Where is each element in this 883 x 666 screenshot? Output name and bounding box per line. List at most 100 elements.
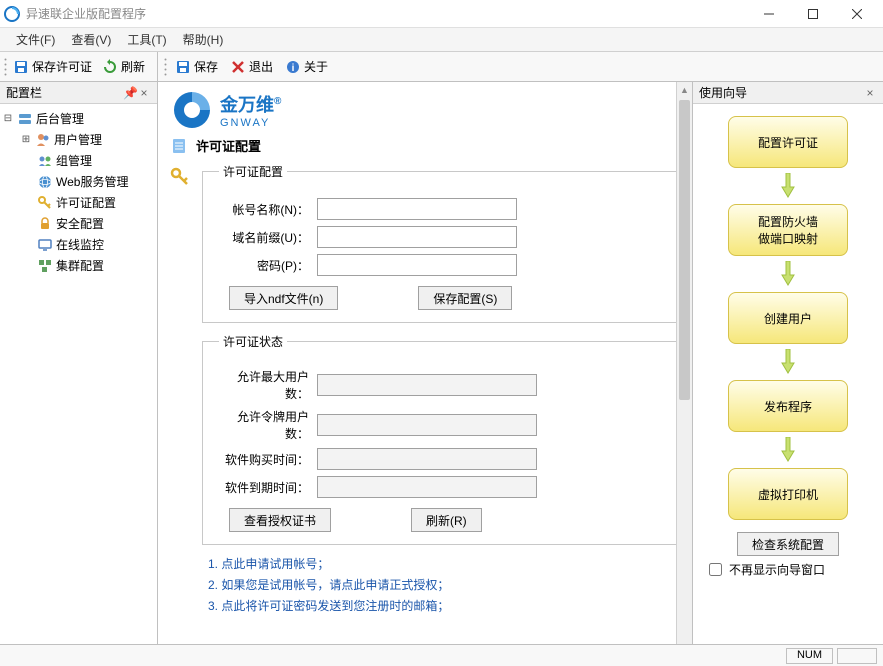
close-wizard-button[interactable]: ×: [863, 86, 877, 100]
save-icon: [175, 59, 191, 75]
tree-item-groups[interactable]: 组管理: [34, 150, 155, 171]
arrow-down-icon: [778, 436, 798, 464]
sidebar: 配置栏 📌 × ⊟ 后台管理 ⊞ 用户管理 组管理: [0, 82, 158, 666]
cluster-icon: [37, 258, 53, 274]
maximize-button[interactable]: [791, 0, 835, 28]
close-icon: [230, 59, 246, 75]
tree-item-security[interactable]: 安全配置: [34, 213, 155, 234]
config-tree: ⊟ 后台管理 ⊞ 用户管理 组管理 Web服务管理: [0, 104, 157, 280]
about-label: 关于: [304, 58, 328, 75]
minimize-button[interactable]: [747, 0, 791, 28]
domain-prefix-label: 域名前缀(U)：: [219, 229, 309, 246]
lock-icon: [37, 216, 53, 232]
close-panel-button[interactable]: ×: [137, 86, 151, 100]
tree-root-label: 后台管理: [36, 110, 84, 127]
purchase-time-label: 软件购买时间：: [219, 451, 309, 468]
save-config-button[interactable]: 保存配置(S): [418, 286, 512, 310]
key-icon: [170, 167, 190, 190]
exit-button[interactable]: 退出: [226, 56, 277, 77]
close-button[interactable]: [835, 0, 879, 28]
save-license-button[interactable]: 保存许可证: [9, 56, 96, 77]
scroll-up-icon[interactable]: ▲: [677, 82, 692, 98]
wizard-step-printer[interactable]: 虚拟打印机: [728, 468, 848, 520]
tree-item-cluster[interactable]: 集群配置: [34, 255, 155, 276]
account-name-input[interactable]: [317, 198, 517, 220]
sidebar-header: 配置栏 📌 ×: [0, 82, 157, 104]
tree-item-license[interactable]: 许可证配置: [34, 192, 155, 213]
max-users-value: [317, 374, 537, 396]
about-button[interactable]: i 关于: [281, 56, 332, 77]
wizard-header: 使用向导 ×: [693, 82, 883, 104]
refresh-label: 刷新: [121, 58, 145, 75]
wizard-step-license[interactable]: 配置许可证: [728, 116, 848, 168]
scrollbar-thumb[interactable]: [679, 100, 690, 400]
window-titlebar: 异速联企业版配置程序: [0, 0, 883, 28]
dont-show-label: 不再显示向导窗口: [729, 561, 825, 578]
link-apply-trial[interactable]: 点此申请试用帐号；: [221, 557, 329, 571]
globe-icon: [37, 174, 53, 190]
menubar: 文件(F) 查看(V) 工具(T) 帮助(H): [0, 28, 883, 52]
arrow-down-icon: [778, 260, 798, 288]
app-icon: [4, 6, 20, 22]
sidebar-title: 配置栏: [6, 84, 123, 101]
vertical-scrollbar[interactable]: ▲ ▼: [676, 82, 692, 666]
view-cert-button[interactable]: 查看授权证书: [229, 508, 331, 532]
arrow-down-icon: [778, 172, 798, 200]
expire-time-value: [317, 476, 537, 498]
tree-item-monitor[interactable]: 在线监控: [34, 234, 155, 255]
tree-root[interactable]: ⊟ 后台管理: [2, 108, 155, 129]
tree-label: 在线监控: [56, 236, 104, 253]
save-icon: [13, 59, 29, 75]
token-users-value: [317, 414, 537, 436]
account-name-label: 帐号名称(N)：: [219, 201, 309, 218]
grip-icon: [4, 52, 7, 81]
tree-label: 集群配置: [56, 257, 104, 274]
wizard-step-firewall[interactable]: 配置防火墙 做端口映射: [728, 204, 848, 256]
license-config-group: 许可证配置 帐号名称(N)： 域名前缀(U)： 密码(P)：: [202, 163, 680, 323]
grip-icon: [164, 52, 167, 81]
collapse-icon[interactable]: ⊟: [2, 113, 14, 124]
toolbar-row: 保存许可证 刷新 保存 退出 i 关于: [0, 52, 883, 82]
password-label: 密码(P)：: [219, 257, 309, 274]
menu-tools[interactable]: 工具(T): [119, 29, 174, 50]
group-icon: [37, 153, 53, 169]
domain-prefix-input[interactable]: [317, 226, 517, 248]
tree-item-webservice[interactable]: Web服务管理: [34, 171, 155, 192]
server-icon: [17, 111, 33, 127]
save-button[interactable]: 保存: [171, 56, 222, 77]
info-icon: i: [285, 59, 301, 75]
save-license-label: 保存许可证: [32, 58, 92, 75]
import-ndf-button[interactable]: 导入ndf文件(n): [229, 286, 338, 310]
tree-item-users[interactable]: ⊞ 用户管理: [20, 129, 155, 150]
max-users-label: 允许最大用户数：: [219, 368, 309, 402]
expire-time-label: 软件到期时间：: [219, 479, 309, 496]
wizard-step-users[interactable]: 创建用户: [728, 292, 848, 344]
link-send-password[interactable]: 点此将许可证密码发送到您注册时的邮箱；: [221, 599, 449, 613]
dont-show-checkbox[interactable]: [709, 563, 722, 576]
logo-subtitle: GNWAY: [220, 117, 281, 129]
exit-label: 退出: [249, 58, 273, 75]
wizard-step-publish[interactable]: 发布程序: [728, 380, 848, 432]
statusbar: NUM: [0, 644, 883, 666]
pin-icon[interactable]: 📌: [123, 86, 137, 100]
password-input[interactable]: [317, 254, 517, 276]
help-links: 1. 点此申请试用帐号； 2. 如果您是试用帐号，请点此申请正式授权； 3. 点…: [208, 555, 680, 614]
menu-file[interactable]: 文件(F): [8, 29, 63, 50]
refresh-status-button[interactable]: 刷新(R): [411, 508, 482, 532]
menu-help[interactable]: 帮助(H): [175, 29, 232, 50]
group-legend: 许可证配置: [219, 163, 287, 180]
wizard-title: 使用向导: [699, 84, 863, 101]
menu-view[interactable]: 查看(V): [63, 29, 119, 50]
refresh-button[interactable]: 刷新: [98, 56, 149, 77]
tree-label: 安全配置: [56, 215, 104, 232]
toolbar-left: 保存许可证 刷新: [0, 52, 158, 81]
center-panel: 金万维® GNWAY 许可证配置 许可证配置 帐号名称(N)：: [158, 82, 693, 666]
status-num: NUM: [786, 648, 833, 664]
expand-icon[interactable]: ⊞: [20, 134, 32, 145]
page-icon: [170, 137, 188, 155]
link-apply-official[interactable]: 点此申请正式授权: [341, 578, 437, 592]
tree-label: 许可证配置: [56, 194, 116, 211]
arrow-down-icon: [778, 348, 798, 376]
tree-label: Web服务管理: [56, 173, 128, 190]
check-system-button[interactable]: 检查系统配置: [737, 532, 839, 556]
